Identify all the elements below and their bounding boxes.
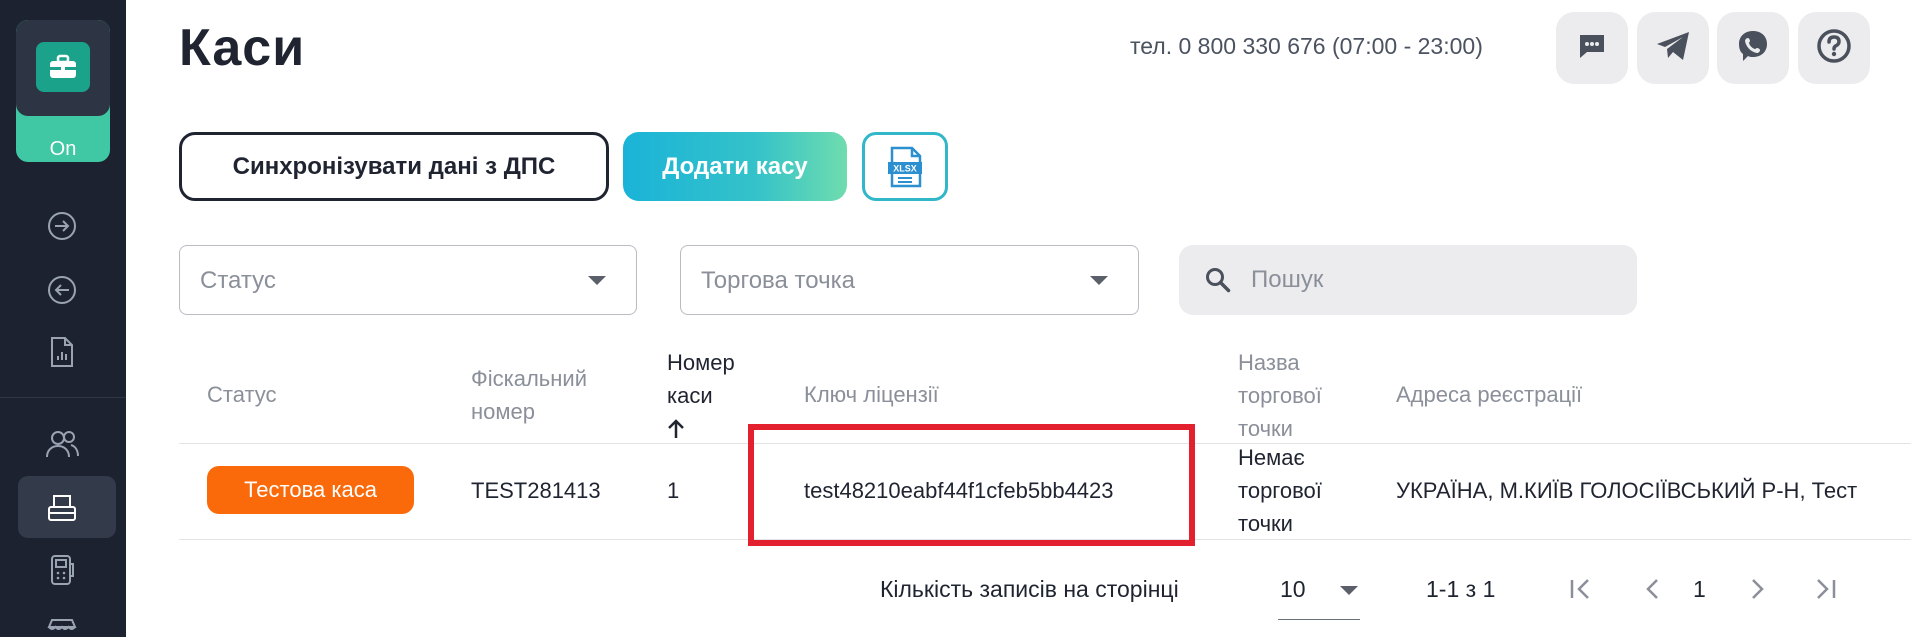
- col-header-fiscal[interactable]: Фіскальний номер: [471, 362, 587, 428]
- help-icon: [1816, 28, 1852, 69]
- cell-fiscal-number: TEST281413: [471, 478, 601, 503]
- xlsx-icon: XLSX: [888, 146, 922, 187]
- col-header-point-name[interactable]: Назва торгової точки: [1238, 346, 1322, 445]
- brand-state-label: On: [49, 138, 77, 160]
- chevron-down-icon: [1340, 586, 1358, 595]
- sidebar-divider: [0, 397, 126, 398]
- help-button[interactable]: [1798, 12, 1870, 84]
- next-page-button[interactable]: [1740, 572, 1774, 606]
- arrow-right-circle-icon[interactable]: [44, 208, 80, 244]
- search-icon: [1205, 267, 1231, 298]
- rows-per-page-select[interactable]: 10: [1278, 570, 1360, 620]
- rows-per-page-label: Кількість записів на сторінці: [880, 576, 1179, 602]
- license-key-highlight-box: [748, 424, 1195, 546]
- telegram-icon: [1655, 30, 1691, 67]
- trade-point-select[interactable]: Торгова точка: [680, 245, 1139, 315]
- col-header-fiscal-line: Фіскальний: [471, 366, 587, 391]
- sidebar: On: [0, 0, 126, 637]
- chat-button[interactable]: [1556, 12, 1628, 84]
- cell-point-line: Немає: [1238, 445, 1305, 470]
- brand-top: [16, 20, 110, 116]
- col-header-point-line: Назва: [1238, 350, 1300, 375]
- chevron-down-icon: [588, 276, 606, 285]
- briefcase-icon: [36, 42, 90, 92]
- viber-icon: [1736, 29, 1770, 68]
- search-input[interactable]: Пошук: [1179, 245, 1637, 315]
- first-page-button[interactable]: [1564, 572, 1598, 606]
- chat-icon: [1577, 32, 1607, 65]
- pagination-range: 1-1 з 1: [1426, 576, 1496, 602]
- cell-point-name: Немає торгової точки: [1238, 441, 1322, 540]
- arrow-left-circle-icon[interactable]: [44, 272, 80, 308]
- col-header-fiscal-line: номер: [471, 399, 535, 424]
- report-icon[interactable]: [44, 334, 80, 370]
- last-page-icon: [1817, 579, 1836, 599]
- col-header-address[interactable]: Адреса реєстрації: [1396, 378, 1582, 411]
- first-page-icon: [1570, 579, 1589, 599]
- col-header-point-line: торгової: [1238, 383, 1322, 408]
- chevron-right-icon: [1752, 579, 1764, 599]
- terminal-icon[interactable]: [44, 552, 80, 588]
- svg-text:XLSX: XLSX: [893, 163, 917, 173]
- sort-arrow-up-icon: [667, 412, 735, 445]
- cash-register-icon[interactable]: [44, 490, 80, 526]
- cell-point-line: торгової: [1238, 478, 1322, 503]
- support-phone: тел. 0 800 330 676 (07:00 - 23:00): [1130, 33, 1483, 59]
- chevron-left-icon: [1646, 579, 1658, 599]
- col-header-status[interactable]: Статус: [207, 378, 277, 411]
- col-header-license[interactable]: Ключ ліцензії: [804, 378, 939, 411]
- chevron-down-icon: [1090, 276, 1108, 285]
- cell-address: УКРАЇНА, М.КИЇВ ГОЛОСІЇВСЬКИЙ Р-Н, Тест: [1396, 478, 1858, 503]
- prev-page-button[interactable]: [1636, 572, 1670, 606]
- telegram-button[interactable]: [1637, 12, 1709, 84]
- trade-point-select-placeholder: Торгова точка: [701, 267, 855, 294]
- col-header-number[interactable]: Номер каси: [667, 346, 735, 445]
- col-header-number-line: каси: [667, 383, 713, 408]
- rows-per-page-value: 10: [1280, 576, 1306, 602]
- cell-register-number: 1: [667, 478, 680, 503]
- status-select[interactable]: Статус: [179, 245, 637, 315]
- last-page-button[interactable]: [1808, 572, 1842, 606]
- status-badge: Тестова каса: [207, 466, 414, 514]
- page-title: Каси: [179, 19, 306, 77]
- search-placeholder: Пошук: [1251, 266, 1324, 293]
- cell-point-line: точки: [1238, 511, 1293, 536]
- status-select-placeholder: Статус: [200, 267, 276, 294]
- viber-button[interactable]: [1717, 12, 1789, 84]
- users-icon[interactable]: [44, 426, 80, 462]
- current-page-number: 1: [1693, 576, 1706, 602]
- brand-card[interactable]: On: [16, 20, 110, 162]
- add-cash-register-button[interactable]: Додати касу: [623, 132, 847, 201]
- col-header-number-line: Номер: [667, 350, 735, 375]
- export-xlsx-button[interactable]: XLSX: [862, 132, 948, 201]
- sync-dps-button[interactable]: Синхронізувати дані з ДПС: [179, 132, 609, 201]
- shop-icon[interactable]: [44, 614, 80, 637]
